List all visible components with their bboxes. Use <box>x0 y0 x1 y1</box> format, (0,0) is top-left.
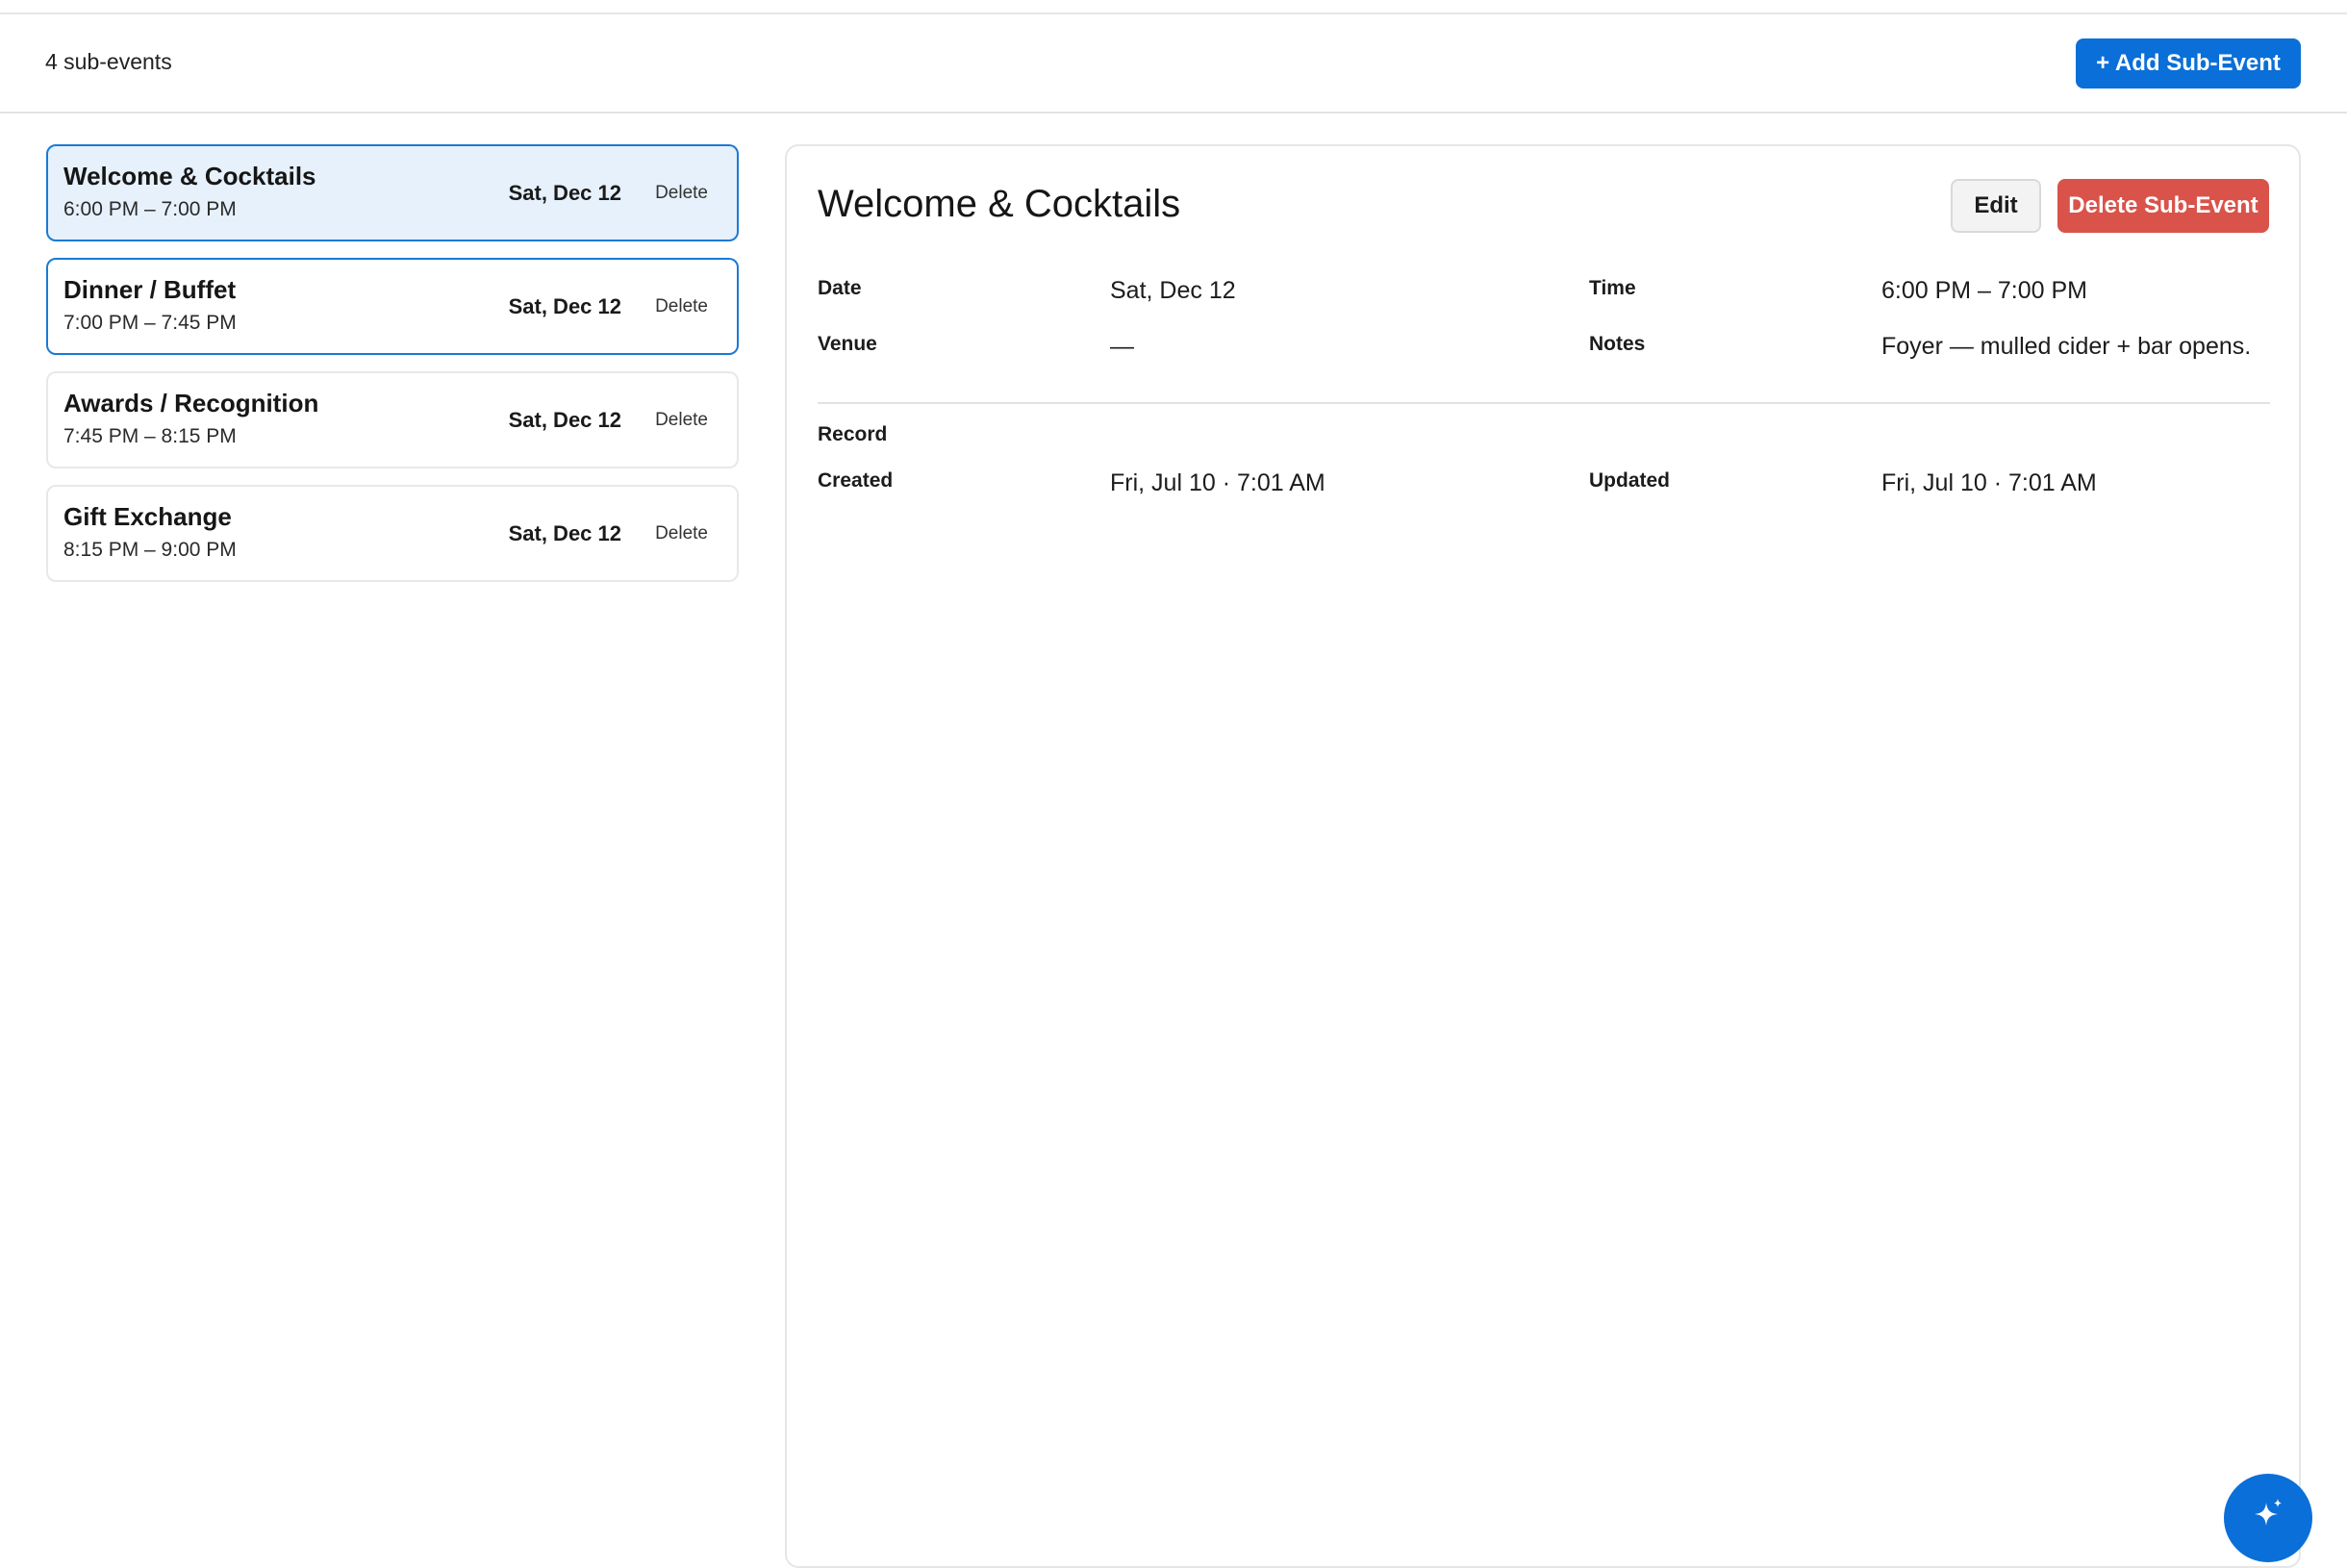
assistant-fab-button[interactable] <box>2224 1474 2312 1562</box>
sub-event-item-gift-exchange[interactable]: Gift Exchange 8:15 PM – 9:00 PM Sat, Dec… <box>46 485 739 582</box>
venue-label: Venue <box>818 333 877 355</box>
sub-event-title: Gift Exchange <box>63 502 232 531</box>
edit-button[interactable]: Edit <box>1951 179 2041 233</box>
created-value: Fri, Jul 10 · 7:01 AM <box>1110 469 1325 496</box>
top-border <box>0 0 2347 14</box>
sub-event-delete-button[interactable]: Delete <box>655 410 708 431</box>
sub-event-date: Sat, Dec 12 <box>508 294 621 318</box>
sub-event-title: Welcome & Cocktails <box>63 162 316 190</box>
notes-label: Notes <box>1589 333 1646 355</box>
add-sub-event-button[interactable]: + Add Sub-Event <box>2076 38 2301 89</box>
delete-sub-event-button[interactable]: Delete Sub-Event <box>2057 179 2269 233</box>
sub-event-delete-button[interactable]: Delete <box>655 523 708 544</box>
sub-event-item-dinner-buffet[interactable]: Dinner / Buffet 7:00 PM – 7:45 PM Sat, D… <box>46 258 739 355</box>
notes-value: Foyer — mulled cider + bar opens. <box>1881 333 2252 360</box>
sub-event-time: 8:15 PM – 9:00 PM <box>63 539 237 561</box>
sub-event-time: 7:45 PM – 8:15 PM <box>63 425 237 447</box>
date-value: Sat, Dec 12 <box>1110 277 1236 304</box>
sub-event-title: Awards / Recognition <box>63 389 319 417</box>
created-label: Created <box>818 469 894 492</box>
date-label: Date <box>818 277 862 299</box>
sub-event-date: Sat, Dec 12 <box>508 181 621 205</box>
section-divider <box>818 402 2270 404</box>
detail-title: Welcome & Cocktails <box>818 183 1181 225</box>
sub-event-item-welcome-cocktails[interactable]: Welcome & Cocktails 6:00 PM – 7:00 PM Sa… <box>46 144 739 241</box>
sub-event-item-awards-recognition[interactable]: Awards / Recognition 7:45 PM – 8:15 PM S… <box>46 371 739 468</box>
sub-event-time: 6:00 PM – 7:00 PM <box>63 198 237 220</box>
venue-value: — <box>1110 333 1134 360</box>
sub-event-title: Dinner / Buffet <box>63 275 237 304</box>
sub-event-list: Welcome & Cocktails 6:00 PM – 7:00 PM Sa… <box>46 144 739 598</box>
sub-event-detail-panel: Welcome & Cocktails Edit Delete Sub-Even… <box>785 144 2301 1568</box>
sub-event-date: Sat, Dec 12 <box>508 408 621 432</box>
sub-event-time: 7:00 PM – 7:45 PM <box>63 312 237 334</box>
sub-event-count: 4 sub-events <box>45 49 172 74</box>
updated-label: Updated <box>1589 469 1670 492</box>
toolbar: 4 sub-events + Add Sub-Event <box>0 14 2347 114</box>
time-value: 6:00 PM – 7:00 PM <box>1881 277 2088 304</box>
sub-event-date: Sat, Dec 12 <box>508 521 621 545</box>
sub-event-delete-button[interactable]: Delete <box>655 183 708 204</box>
record-section-label: Record <box>818 423 888 445</box>
updated-value: Fri, Jul 10 · 7:01 AM <box>1881 469 2097 496</box>
sparkle-icon <box>2255 1499 2282 1526</box>
time-label: Time <box>1589 277 1636 299</box>
sub-event-delete-button[interactable]: Delete <box>655 296 708 317</box>
